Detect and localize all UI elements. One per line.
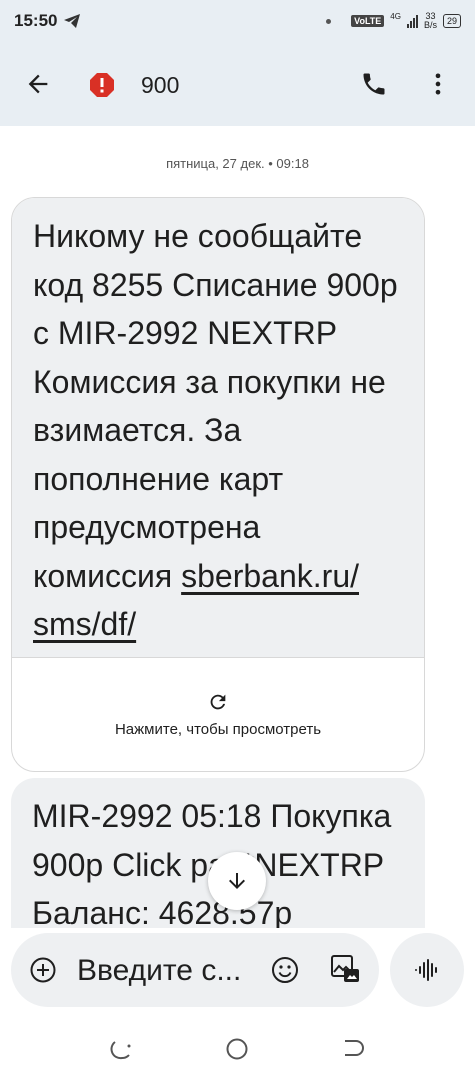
refresh-icon xyxy=(210,694,226,710)
link-preview[interactable]: Нажмите, чтобы просмотреть xyxy=(12,657,424,771)
telegram-icon xyxy=(64,14,81,28)
status-right: VoLTE 4G 33 B/s 29 xyxy=(326,12,461,30)
home-icon[interactable] xyxy=(224,1036,250,1062)
voice-record-button[interactable] xyxy=(390,933,464,1007)
spam-alert-icon xyxy=(90,73,114,97)
add-circle-icon[interactable] xyxy=(29,956,57,984)
message-input[interactable] xyxy=(75,951,259,991)
network-gen: 4G xyxy=(390,12,401,21)
gallery-icon[interactable] xyxy=(329,953,361,985)
net-speed: 33 B/s xyxy=(424,12,437,30)
arrow-down-icon xyxy=(229,873,245,889)
battery-icon: 29 xyxy=(442,14,461,28)
notification-dot xyxy=(326,18,332,24)
more-vert-icon[interactable] xyxy=(424,70,452,98)
status-left: 15:50 xyxy=(14,11,81,31)
compose-bar xyxy=(11,933,379,1007)
preview-label: Нажмите, чтобы просмотреть xyxy=(114,721,322,738)
signal-icon xyxy=(406,14,418,28)
status-bar: 15:50 VoLTE 4G 33 B/s 29 xyxy=(0,0,475,42)
conversation-title: 900 xyxy=(141,72,180,98)
recents-icon[interactable] xyxy=(109,1036,135,1062)
battery-level: 29 xyxy=(446,16,457,26)
message-bubble[interactable]: MIR-2992 05:18 Покупка 900р Click pay*NE… xyxy=(11,778,425,928)
voice-record-icon xyxy=(415,959,437,981)
status-time: 15:50 xyxy=(14,11,58,30)
system-nav-bar xyxy=(0,1018,475,1080)
message-text: Никому не сообщайте код 8255 Списание 90… xyxy=(12,198,424,657)
message-body: Никому не сообщайте код 8255 Списание 90… xyxy=(33,218,398,594)
emoji-icon[interactable] xyxy=(270,955,300,985)
speed-unit: B/s xyxy=(423,20,437,30)
message-bubble[interactable]: Никому не сообщайте код 8255 Списание 90… xyxy=(11,197,425,772)
arrow-left-icon[interactable] xyxy=(24,70,52,98)
back-nav-icon[interactable] xyxy=(341,1036,367,1062)
message-text: MIR-2992 05:18 Покупка 900р Click pay*NE… xyxy=(32,798,392,928)
app-bar: 900 xyxy=(0,42,475,126)
date-separator: пятница, 27 дек. • 09:18 xyxy=(166,156,309,171)
scroll-to-bottom-button[interactable] xyxy=(208,852,266,910)
phone-icon[interactable] xyxy=(360,70,388,98)
volte-badge: VoLTE xyxy=(351,15,385,27)
